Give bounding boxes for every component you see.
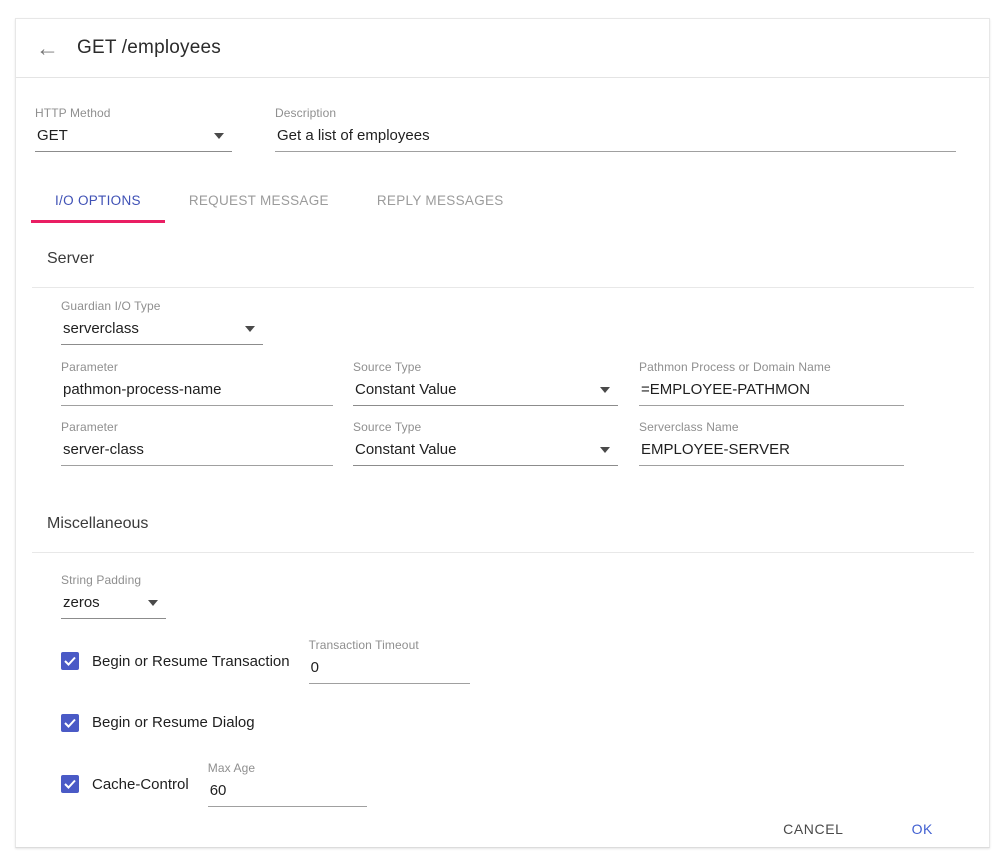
pathmon-process-label: Pathmon Process or Domain Name xyxy=(639,360,904,374)
serverclass-name-label: Serverclass Name xyxy=(639,420,904,434)
http-method-value: GET xyxy=(37,127,68,144)
checkmark-icon xyxy=(64,718,76,728)
section-divider xyxy=(32,287,974,288)
max-age-label: Max Age xyxy=(208,761,367,775)
page-title: GET /employees xyxy=(77,37,221,59)
dialog-header: ← GET /employees xyxy=(16,19,989,78)
http-method-select[interactable]: HTTP Method GET xyxy=(35,106,232,152)
ok-button[interactable]: OK xyxy=(896,811,949,847)
checkbox-begin-dialog[interactable] xyxy=(61,714,79,732)
pathmon-process-field: Pathmon Process or Domain Name xyxy=(639,360,904,406)
checkbox-label: Begin or Resume Dialog xyxy=(92,714,255,731)
section-heading-miscellaneous: Miscellaneous xyxy=(47,515,989,533)
description-label: Description xyxy=(275,106,956,120)
cancel-button[interactable]: CANCEL xyxy=(767,811,859,847)
guardian-io-type-select[interactable]: Guardian I/O Type serverclass xyxy=(61,299,263,345)
transaction-timeout-field: Transaction Timeout xyxy=(309,638,470,684)
parameter-input[interactable] xyxy=(61,381,333,406)
checkbox-row: Begin or Resume Dialog xyxy=(61,701,944,744)
source-type-label: Source Type xyxy=(353,420,618,434)
tab-bar: I/O OPTIONS REQUEST MESSAGE REPLY MESSAG… xyxy=(31,178,989,223)
description-field: Description xyxy=(275,106,956,152)
parameter-field: Parameter xyxy=(61,360,333,406)
description-input[interactable] xyxy=(275,127,956,152)
pathmon-process-input[interactable] xyxy=(639,381,904,406)
parameter-field: Parameter xyxy=(61,420,333,466)
parameter-row: Parameter Source Type Constant Value Pat… xyxy=(61,360,944,406)
parameter-input[interactable] xyxy=(61,441,333,466)
parameter-label: Parameter xyxy=(61,420,333,434)
checkbox-label: Cache-Control xyxy=(92,776,189,793)
source-type-select[interactable]: Source Type Constant Value xyxy=(353,420,618,466)
checkbox-row: Begin or Resume Transaction Transaction … xyxy=(61,638,944,684)
checkmark-icon xyxy=(64,779,76,789)
transaction-timeout-label: Transaction Timeout xyxy=(309,638,470,652)
tab-reply-messages[interactable]: REPLY MESSAGES xyxy=(353,178,528,223)
checkmark-icon xyxy=(64,656,76,666)
misc-section-body: String Padding zeros Begin or Resume Tra… xyxy=(16,573,989,807)
max-age-input[interactable] xyxy=(208,782,367,807)
server-section-body: Guardian I/O Type serverclass Parameter … xyxy=(16,299,989,466)
max-age-field: Max Age xyxy=(208,761,367,807)
tab-request-message[interactable]: REQUEST MESSAGE xyxy=(165,178,353,223)
back-arrow-icon[interactable]: ← xyxy=(36,37,62,60)
parameter-label: Parameter xyxy=(61,360,333,374)
string-padding-value: zeros xyxy=(63,594,100,611)
source-type-select[interactable]: Source Type Constant Value xyxy=(353,360,618,406)
checkbox-label: Begin or Resume Transaction xyxy=(92,653,290,670)
dropdown-arrow-icon xyxy=(214,133,224,139)
dialog-actions: CANCEL OK xyxy=(16,811,989,864)
tab-io-options[interactable]: I/O OPTIONS xyxy=(31,178,165,223)
dropdown-arrow-icon xyxy=(245,326,255,332)
top-fields-row: HTTP Method GET Description xyxy=(16,78,989,152)
source-type-label: Source Type xyxy=(353,360,618,374)
string-padding-select[interactable]: String Padding zeros xyxy=(61,573,166,619)
serverclass-name-field: Serverclass Name xyxy=(639,420,904,466)
dropdown-arrow-icon xyxy=(600,447,610,453)
checkbox-row: Cache-Control Max Age xyxy=(61,761,944,807)
guardian-io-type-label: Guardian I/O Type xyxy=(61,299,263,313)
checkbox-cache-control[interactable] xyxy=(61,775,79,793)
guardian-io-type-value: serverclass xyxy=(63,320,139,337)
section-divider xyxy=(32,552,974,553)
dropdown-arrow-icon xyxy=(148,600,158,606)
transaction-timeout-input[interactable] xyxy=(309,659,470,684)
checkbox-begin-transaction[interactable] xyxy=(61,652,79,670)
section-heading-server: Server xyxy=(47,250,989,268)
parameter-row: Parameter Source Type Constant Value Ser… xyxy=(61,420,944,466)
endpoint-dialog: ← GET /employees HTTP Method GET Descrip… xyxy=(15,18,990,848)
http-method-label: HTTP Method xyxy=(35,106,232,120)
string-padding-label: String Padding xyxy=(61,573,166,587)
source-type-value: Constant Value xyxy=(355,381,456,398)
dropdown-arrow-icon xyxy=(600,387,610,393)
serverclass-name-input[interactable] xyxy=(639,441,904,466)
source-type-value: Constant Value xyxy=(355,441,456,458)
